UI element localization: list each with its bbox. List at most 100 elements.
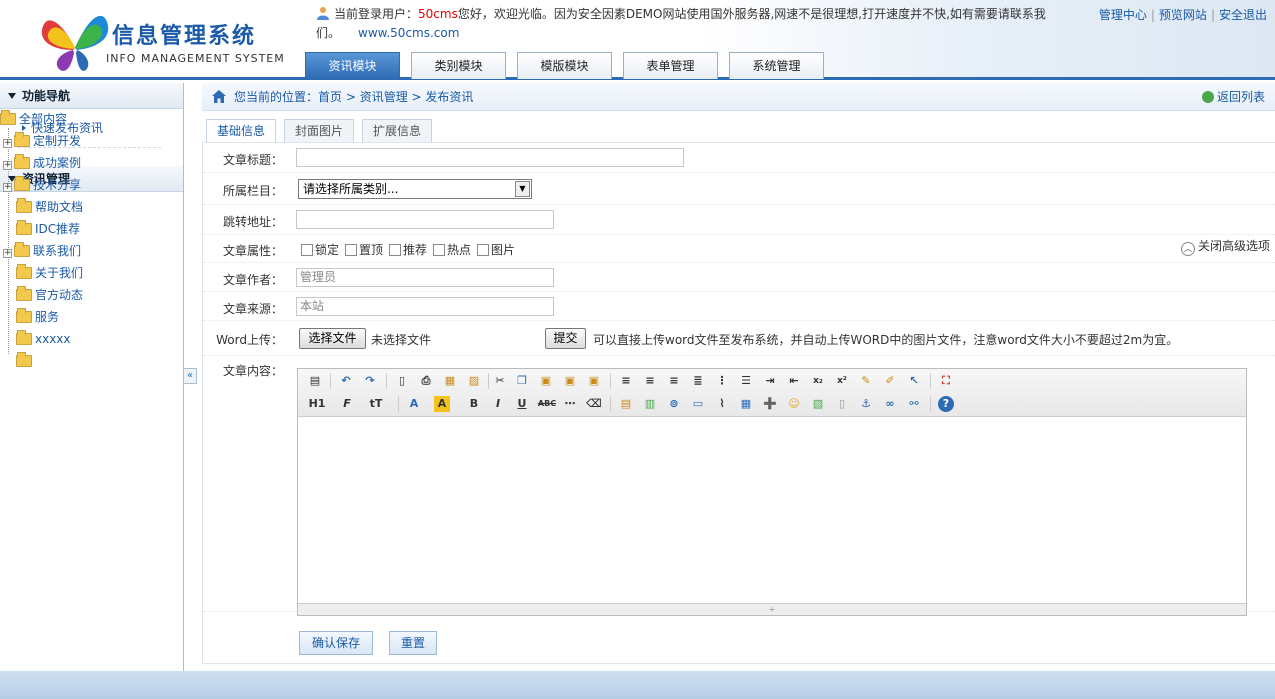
expand-icon[interactable]: + xyxy=(3,183,12,192)
submit-word-button[interactable]: 提交 xyxy=(545,328,586,349)
template-icon[interactable]: ▦ xyxy=(442,373,458,389)
expand-icon[interactable]: + xyxy=(3,249,12,258)
paste-text-icon[interactable]: ▣ xyxy=(562,373,578,389)
indent-icon[interactable]: ⇥ xyxy=(762,373,778,389)
tab-form-management[interactable]: 表单管理 xyxy=(623,52,718,79)
bold-icon[interactable]: B xyxy=(466,396,482,412)
align-right-icon[interactable]: ≡ xyxy=(666,373,682,389)
editor-resize-handle[interactable]: ÷ xyxy=(298,603,1246,615)
preview-site-link[interactable]: 预览网站 xyxy=(1159,8,1207,22)
cut-icon[interactable]: ✂ xyxy=(492,373,508,389)
clear-format-icon[interactable]: ✎ xyxy=(858,373,874,389)
expand-icon[interactable]: + xyxy=(3,161,12,170)
strikethrough-icon[interactable]: ABC xyxy=(536,396,558,412)
tab-news-module[interactable]: 资讯模块 xyxy=(305,52,400,79)
image-icon[interactable]: ▧ xyxy=(810,396,826,412)
horizontal-rule-icon[interactable]: ⋯ xyxy=(562,396,578,412)
insert-table-col-icon[interactable]: ▥ xyxy=(642,396,658,412)
choose-file-button[interactable]: 选择文件 xyxy=(299,328,366,349)
admin-center-link[interactable]: 管理中心 xyxy=(1099,8,1147,22)
eraser-icon[interactable]: ⌫ xyxy=(586,396,602,412)
justify-icon[interactable]: ≣ xyxy=(690,373,706,389)
logout-link[interactable]: 安全退出 xyxy=(1219,8,1267,22)
tree-item[interactable]: + 技术分享 xyxy=(3,176,81,194)
select-icon[interactable]: ↖ xyxy=(906,373,922,389)
superscript-icon[interactable]: x² xyxy=(834,373,850,389)
tree-item[interactable]: + 联系我们 xyxy=(3,242,81,260)
tab-system-management[interactable]: 系统管理 xyxy=(729,52,824,79)
unordered-list-icon[interactable]: ☰ xyxy=(738,373,754,389)
font-family-icon[interactable]: F xyxy=(336,396,358,412)
tree-item[interactable]: 帮助文档 xyxy=(16,198,83,216)
redo-icon[interactable]: ↷ xyxy=(362,373,378,389)
reset-button[interactable]: 重置 xyxy=(389,631,437,655)
title-input[interactable] xyxy=(296,148,684,167)
source-icon[interactable]: ▤ xyxy=(307,373,323,389)
help-icon[interactable]: ? xyxy=(938,396,954,412)
table-icon[interactable]: ▦ xyxy=(738,396,754,412)
emoticon-icon[interactable]: ☺ xyxy=(786,396,802,412)
attr-lock-checkbox[interactable]: 锁定 xyxy=(301,242,339,258)
print-icon[interactable]: ⎙ xyxy=(418,373,434,389)
unlink-icon[interactable]: ⚯ xyxy=(906,396,922,412)
sidebar-section-nav[interactable]: 功能导航 xyxy=(0,83,183,109)
attr-top-checkbox[interactable]: 置顶 xyxy=(345,242,383,258)
category-select[interactable]: 请选择所属类别... ▼ xyxy=(298,179,532,199)
align-left-icon[interactable]: ≡ xyxy=(618,373,634,389)
source-input[interactable]: 本站 xyxy=(296,297,554,316)
tree-item[interactable] xyxy=(16,352,35,370)
fullscreen-icon[interactable]: ⛶ xyxy=(938,373,954,389)
site-url[interactable]: www.50cms.com xyxy=(358,26,459,40)
anchor-icon[interactable]: ⚓ xyxy=(858,396,874,412)
attachment-icon[interactable]: ⌇ xyxy=(714,396,730,412)
copy-icon[interactable]: ❐ xyxy=(514,373,530,389)
breadcrumb-path[interactable]: 首页 > 资讯管理 > 发布资讯 xyxy=(318,90,473,104)
advanced-options-toggle[interactable]: ︿ 关闭高级选项 xyxy=(1180,237,1270,256)
background-color-icon[interactable]: A xyxy=(434,396,450,412)
insert-line-icon[interactable]: ➕ xyxy=(762,396,778,412)
media-icon[interactable]: ▭ xyxy=(690,396,706,412)
attr-hot-checkbox[interactable]: 热点 xyxy=(433,242,471,258)
font-size-icon[interactable]: tT xyxy=(364,396,388,412)
paste-word-icon[interactable]: ▣ xyxy=(586,373,602,389)
attr-recommend-checkbox[interactable]: 推荐 xyxy=(389,242,427,258)
tree-item[interactable]: IDC推荐 xyxy=(16,220,80,238)
tab-category-module[interactable]: 类别模块 xyxy=(411,52,506,79)
page-break-icon[interactable]: ▯ xyxy=(834,396,850,412)
back-to-list-link[interactable]: 返回列表 xyxy=(1201,83,1265,111)
tree-root[interactable]: 全部内容 xyxy=(0,110,67,128)
undo-icon[interactable]: ↶ xyxy=(338,373,354,389)
tree-item[interactable]: 关于我们 xyxy=(16,264,83,282)
tree-item[interactable]: xxxxx xyxy=(16,330,71,348)
ordered-list-icon[interactable]: ⋮ xyxy=(714,373,730,389)
tree-item[interactable]: + 成功案例 xyxy=(3,154,81,172)
tab-template-module[interactable]: 模版模块 xyxy=(517,52,612,79)
save-button[interactable]: 确认保存 xyxy=(299,631,373,655)
underline-icon[interactable]: U xyxy=(514,396,530,412)
image-upload-icon[interactable]: ⊚ xyxy=(666,396,682,412)
link-icon[interactable]: ∞ xyxy=(882,396,898,412)
outdent-icon[interactable]: ⇤ xyxy=(786,373,802,389)
expand-icon[interactable]: + xyxy=(3,139,12,148)
tree-item[interactable]: + 定制开发 xyxy=(3,132,81,150)
code-icon[interactable]: ▨ xyxy=(466,373,482,389)
editor-content-area[interactable] xyxy=(298,418,1246,604)
paste-icon[interactable]: ▣ xyxy=(538,373,554,389)
redirect-input[interactable] xyxy=(296,210,554,229)
tab-extended-info[interactable]: 扩展信息 xyxy=(362,119,432,142)
insert-table-row-icon[interactable]: ▤ xyxy=(618,396,634,412)
tab-basic-info[interactable]: 基础信息 xyxy=(206,119,276,143)
preview-icon[interactable]: ▯ xyxy=(394,373,410,389)
tree-item[interactable]: 服务 xyxy=(16,308,59,326)
attr-image-checkbox[interactable]: 图片 xyxy=(477,242,515,258)
dropdown-arrow-icon[interactable]: ▼ xyxy=(515,181,530,197)
subscript-icon[interactable]: x₂ xyxy=(810,373,826,389)
heading-icon[interactable]: H1 xyxy=(304,396,330,412)
tree-item[interactable]: 官方动态 xyxy=(16,286,83,304)
tab-cover-image[interactable]: 封面图片 xyxy=(284,119,354,142)
author-input[interactable]: 管理员 xyxy=(296,268,554,287)
font-color-icon[interactable]: A xyxy=(406,396,422,412)
align-center-icon[interactable]: ≡ xyxy=(642,373,658,389)
italic-icon[interactable]: I xyxy=(490,396,506,412)
sidebar-collapse-button[interactable]: « xyxy=(183,368,197,384)
